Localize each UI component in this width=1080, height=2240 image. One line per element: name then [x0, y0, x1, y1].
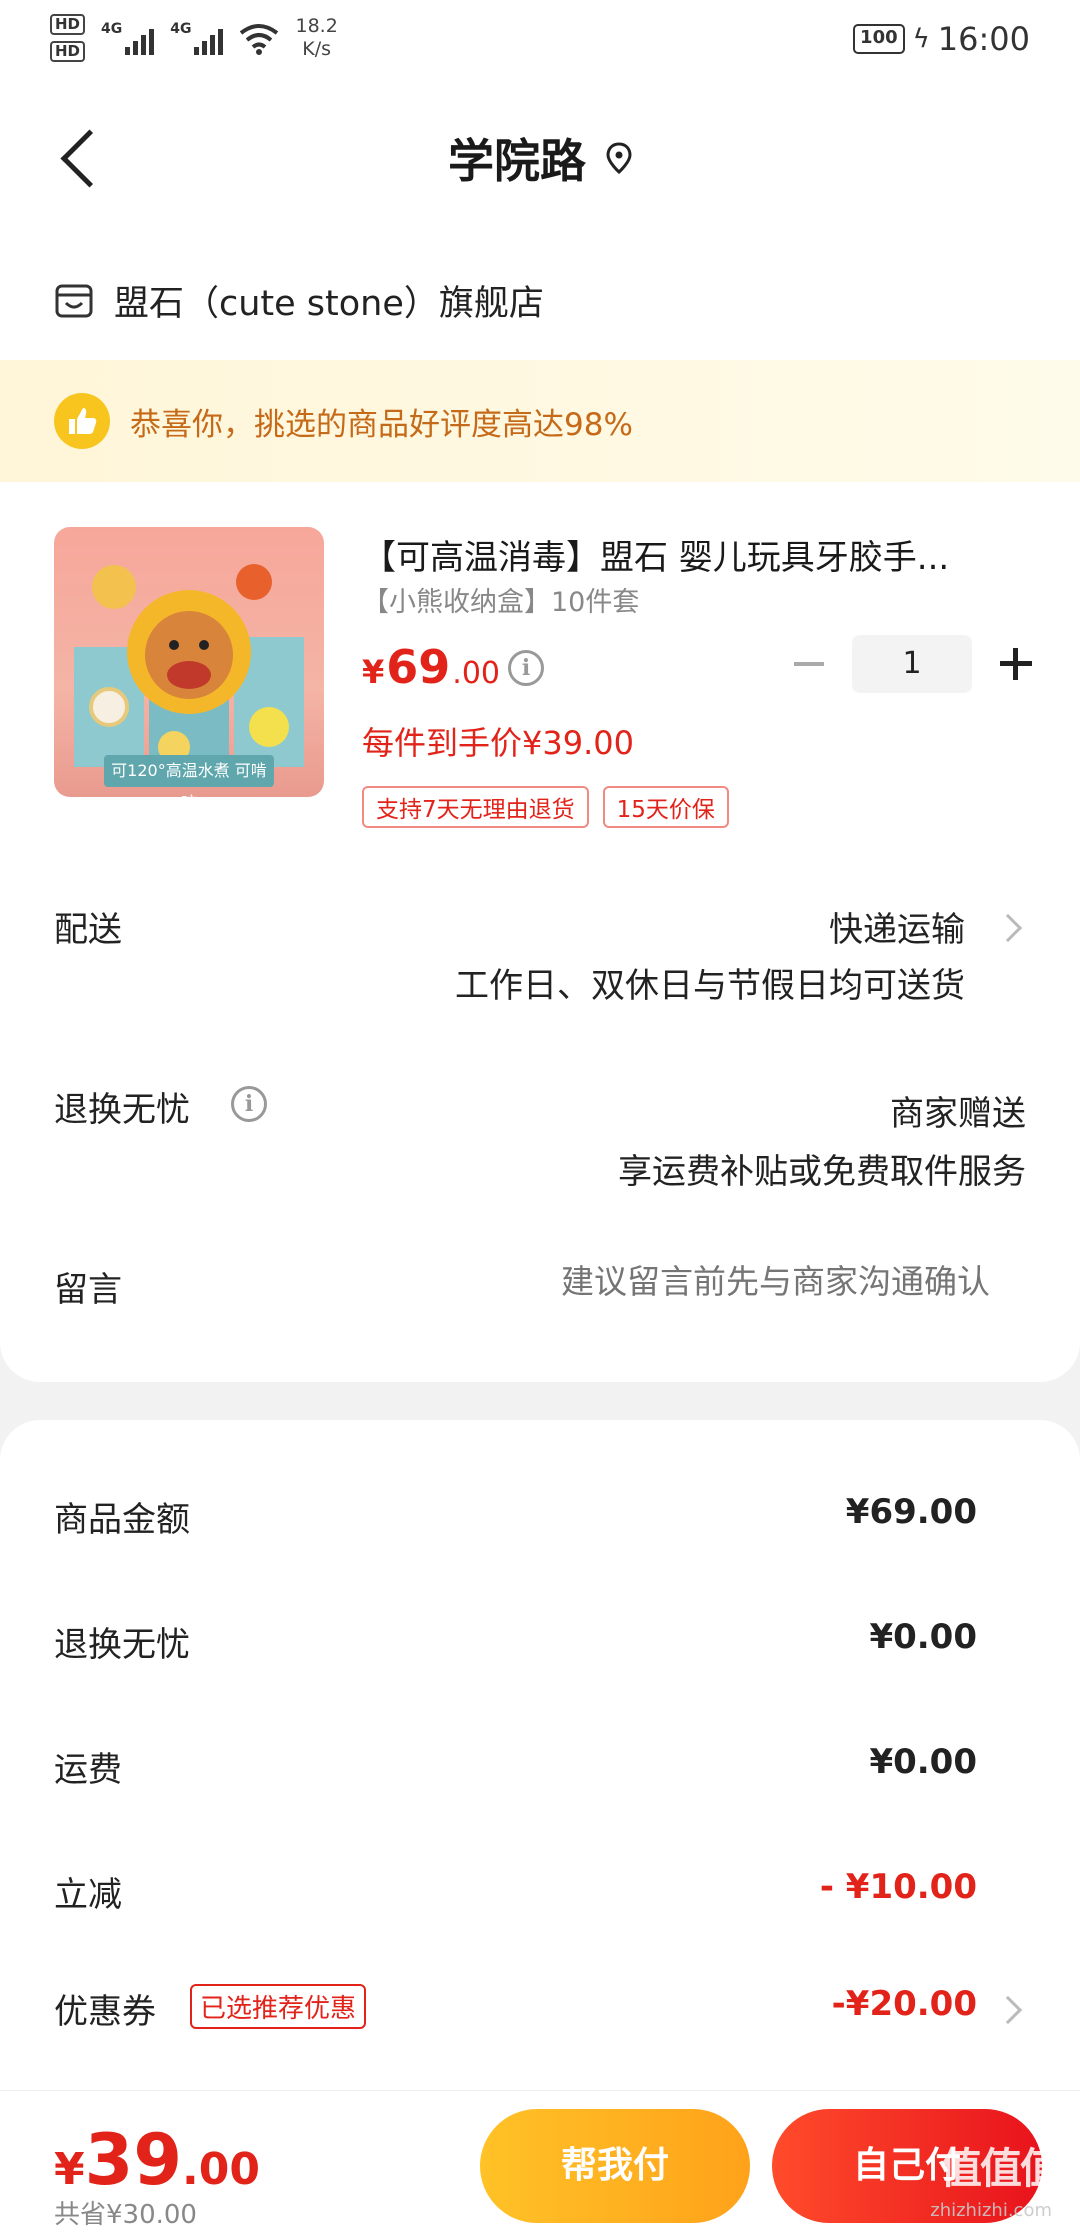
summary-value-goods: ¥69.00 [845, 1492, 977, 1532]
watermark-url: zhizhizhi.com [930, 2200, 1052, 2221]
increase-quantity-button[interactable] [996, 644, 1036, 684]
chevron-right-icon[interactable] [993, 913, 1023, 943]
summary-label-coupon: 优惠券 [54, 1992, 156, 2032]
order-card: 可120°高温水煮 可啃咬 【可高温消毒】盟石 婴儿玩具牙胶手... 【小熊收纳… [0, 482, 1080, 1382]
coupon-recommended-tag[interactable]: 已选推荐优惠 [190, 1984, 367, 2029]
rating-banner-text: 恭喜你，挑选的商品好评度高达98% [130, 406, 633, 443]
product-spec[interactable]: 【小熊收纳盒】10件套 [362, 580, 639, 619]
returns-info-icon[interactable]: i [231, 1086, 267, 1122]
tag-price-protection: 15天价保 [602, 786, 729, 828]
quantity-value[interactable]: 1 [852, 635, 972, 693]
shop-icon [55, 284, 93, 318]
summary-label-discount: 立减 [54, 1875, 122, 1915]
status-right: 100 ϟ 16:00 [853, 20, 1030, 58]
signal-label-2: 4G [170, 21, 192, 37]
service-tags: 支持7天无理由退货 15天价保 [362, 786, 729, 828]
product-image-caption: 可120°高温水煮 可啃咬 [104, 755, 274, 797]
deal-price: 每件到手价¥39.00 [362, 724, 634, 762]
hd-badge-1: HD [50, 14, 86, 35]
shop-row[interactable]: 盟石（cute stone）旗舰店 [0, 240, 1080, 360]
hd-indicators: HD HD [50, 14, 86, 62]
shop-name: 盟石（cute stone）旗舰店 [114, 283, 544, 324]
address-title[interactable]: 学院路 [0, 125, 1080, 191]
price-decimal: .00 [452, 656, 500, 691]
message-label: 留言 [54, 1270, 122, 1310]
quantity-stepper: 1 [788, 635, 1036, 693]
returns-note: 享运费补贴或免费取件服务 [618, 1152, 1026, 1192]
total-price: ¥ 39 .00 [54, 2119, 260, 2201]
summary-value-returns: ¥0.00 [869, 1617, 977, 1657]
watermark-logo: 值值值 [939, 2144, 1062, 2193]
delivery-method[interactable]: 快递运输 [829, 902, 965, 951]
tag-7-day-return: 支持7天无理由退货 [362, 786, 589, 828]
network-speed: 18.2 K/s [295, 15, 337, 61]
checkout-bar: ¥ 39 .00 共省¥30.00 帮我付 自己付 [0, 2090, 1080, 2240]
price-integer: 69 [386, 640, 451, 694]
price-info-icon[interactable]: i [508, 650, 544, 686]
hd-badge-2: HD [50, 41, 86, 62]
product-image[interactable]: 可120°高温水煮 可啃咬 [54, 527, 324, 797]
signal-icon-1: 4G [101, 21, 155, 55]
coupon-chevron-icon[interactable] [993, 1995, 1023, 2025]
clock: 16:00 [937, 20, 1030, 58]
price-currency: ¥ [362, 653, 385, 691]
rating-banner: 恭喜你，挑选的商品好评度高达98% [0, 360, 1080, 482]
summary-value-discount: - ¥10.00 [819, 1867, 977, 1907]
summary-label-goods: 商品金额 [54, 1500, 190, 1540]
total-currency: ¥ [54, 2144, 85, 2195]
total-decimal: .00 [182, 2144, 260, 2195]
price-summary: 商品金额 ¥69.00 退换无忧 ¥0.00 运费 ¥0.00 立减 - ¥10… [0, 1420, 1080, 2120]
thumbs-up-icon [54, 393, 110, 449]
wifi-icon [240, 24, 279, 55]
status-left: HD HD 4G 4G 18.2 K/s [50, 14, 338, 62]
signal-label-1: 4G [101, 21, 123, 37]
product-title[interactable]: 【可高温消毒】盟石 婴儿玩具牙胶手... [362, 530, 1032, 579]
speed-value: 18.2 [295, 15, 338, 37]
summary-label-returns: 退换无忧 [54, 1625, 190, 1665]
delivery-label: 配送 [54, 910, 122, 950]
total-integer: 39 [84, 2119, 183, 2201]
battery-icon: 100 [853, 24, 905, 54]
delivery-note: 工作日、双休日与节假日均可送货 [455, 966, 965, 1006]
returns-label: 退换无忧 [54, 1090, 190, 1130]
decrease-quantity-button[interactable] [788, 644, 828, 684]
speed-unit: K/s [302, 38, 332, 60]
signal-icon-2: 4G [170, 21, 224, 55]
product-price: ¥ 69 .00 [362, 640, 500, 694]
page-title: 学院路 [448, 134, 586, 188]
summary-label-shipping: 运费 [54, 1750, 122, 1790]
summary-value-shipping: ¥0.00 [869, 1742, 977, 1782]
message-input[interactable] [430, 1262, 990, 1301]
summary-value-coupon[interactable]: -¥20.00 [832, 1984, 977, 2024]
location-pin-icon [606, 142, 632, 174]
header: 学院路 [0, 80, 1080, 240]
help-me-pay-button[interactable]: 帮我付 [480, 2109, 750, 2223]
charging-icon: ϟ [912, 24, 930, 54]
status-bar: HD HD 4G 4G 18.2 K/s 100 ϟ 16:00 [0, 0, 1080, 80]
total-saved: 共省¥30.00 [54, 2200, 197, 2230]
returns-value: 商家赠送 [890, 1094, 1026, 1134]
